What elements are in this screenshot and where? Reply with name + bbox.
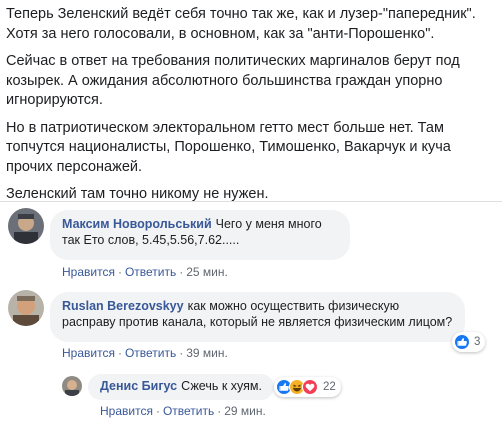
like-link[interactable]: Нравится xyxy=(62,265,115,279)
reaction-summary[interactable]: 22 xyxy=(274,377,341,397)
post-paragraph: Сейчас в ответ на требования политически… xyxy=(6,53,460,108)
like-link[interactable]: Нравится xyxy=(62,346,115,360)
comment-actions: Нравится · Ответить · 39 мин. xyxy=(62,346,228,360)
comment-actions: Нравится · Ответить · 25 мин. xyxy=(62,265,228,279)
comment-bubble: Денис Бигус Сжечь к хуям. xyxy=(88,374,274,400)
comment-text: Сжечь к хуям. xyxy=(181,379,262,393)
separator-dot: · xyxy=(117,346,122,360)
comment-bubble: Ruslan Berezovskyy как можно осуществить … xyxy=(50,292,465,342)
separator-dot: · xyxy=(217,404,222,418)
post-body: Теперь Зеленский ведёт себя точно так же… xyxy=(6,0,498,213)
comment-author[interactable]: Денис Бигус xyxy=(100,379,177,393)
avatar[interactable] xyxy=(62,376,82,396)
reply-link[interactable]: Ответить xyxy=(125,346,176,360)
comment-actions: Нравится · Ответить · 29 мин. xyxy=(100,404,266,418)
comment-author[interactable]: Ruslan Berezovskyy xyxy=(62,299,184,313)
like-reaction-icon xyxy=(454,334,470,350)
comment-time[interactable]: 39 мин. xyxy=(186,346,228,360)
comment-author[interactable]: Максим Новорольський xyxy=(62,217,212,231)
reaction-count: 22 xyxy=(323,381,336,393)
comment-time[interactable]: 29 мин. xyxy=(224,404,266,418)
love-reaction-icon xyxy=(302,379,318,395)
post-paragraph: Но в патриотическом электоральном гетто … xyxy=(6,119,451,175)
reaction-summary[interactable]: 3 xyxy=(452,332,486,352)
reply-link[interactable]: Ответить xyxy=(163,404,214,418)
separator-dot: · xyxy=(117,265,122,279)
avatar[interactable] xyxy=(8,290,44,326)
comments-divider xyxy=(0,201,502,202)
like-link[interactable]: Нравится xyxy=(100,404,153,418)
reaction-count: 3 xyxy=(474,336,481,348)
comment-bubble: Максим Новорольський Чего у меня много та… xyxy=(50,210,350,260)
comment-time[interactable]: 25 мин. xyxy=(186,265,228,279)
reply-link[interactable]: Ответить xyxy=(125,265,176,279)
separator-dot: · xyxy=(179,346,184,360)
post-paragraph: Теперь Зеленский ведёт себя точно так же… xyxy=(6,6,476,42)
separator-dot: · xyxy=(155,404,160,418)
avatar[interactable] xyxy=(8,208,44,244)
separator-dot: · xyxy=(179,265,184,279)
